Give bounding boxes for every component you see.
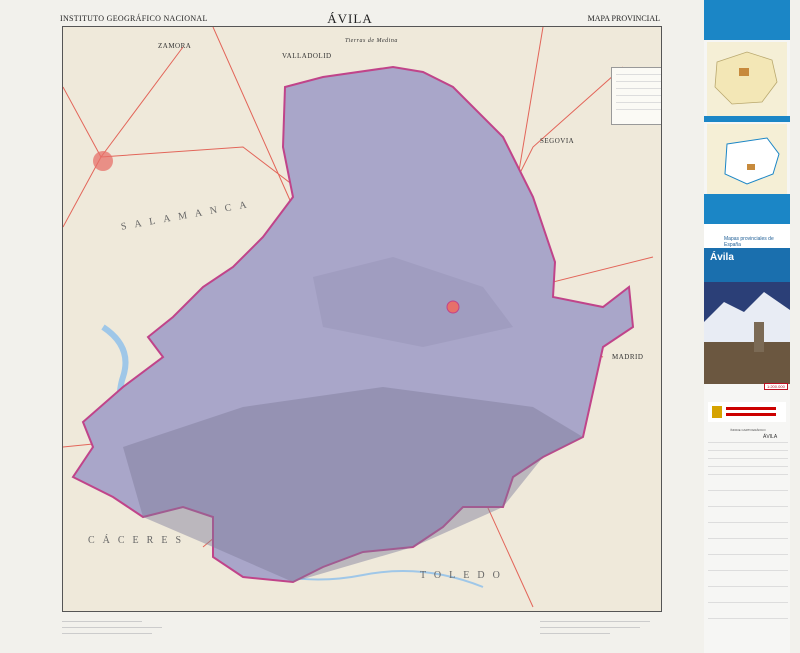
footer-note-right <box>540 616 660 634</box>
label-caceres: CÁCERES <box>88 535 190 546</box>
locator-map-region[interactable] <box>707 124 787 194</box>
map-legend-box <box>611 67 661 125</box>
cover-panel: Mapas provinciales de España Ávila 1:200… <box>704 0 790 653</box>
index-province-name: ÁVILA <box>763 434 778 440</box>
map-svg <box>63 27 654 608</box>
locator-map-spain[interactable] <box>707 42 787 116</box>
scale-badge: 1:200.000 <box>764 383 788 390</box>
label-zamora: ZAMORA <box>158 42 192 50</box>
label-tierras-medina: Tierras de Medina <box>345 38 398 44</box>
cover-top-band <box>704 0 790 40</box>
label-toledo: TOLEDO <box>420 570 508 581</box>
label-valladolid: VALLADOLID <box>282 52 332 60</box>
cover-photo <box>704 282 790 384</box>
label-segovia: SEGOVIA <box>540 137 575 145</box>
city-avila[interactable] <box>446 300 460 314</box>
footer-note-left <box>62 616 182 634</box>
series-title: Mapas provinciales de España <box>724 236 774 248</box>
map-canvas[interactable] <box>62 26 662 612</box>
city-salamanca <box>93 151 113 171</box>
index-sheet: ÍNDICE CARTOGRÁFICO ÁVILA <box>708 428 788 643</box>
label-madrid: MADRID <box>612 353 644 361</box>
government-logo <box>708 402 786 422</box>
map-series-type: MAPA PROVINCIAL <box>587 14 660 23</box>
map-sheet: INSTITUTO GEOGRÁFICO NACIONAL ÁVILA MAPA… <box>0 0 800 653</box>
cover-province-title: Ávila <box>710 252 734 263</box>
index-title: ÍNDICE CARTOGRÁFICO <box>730 428 766 432</box>
